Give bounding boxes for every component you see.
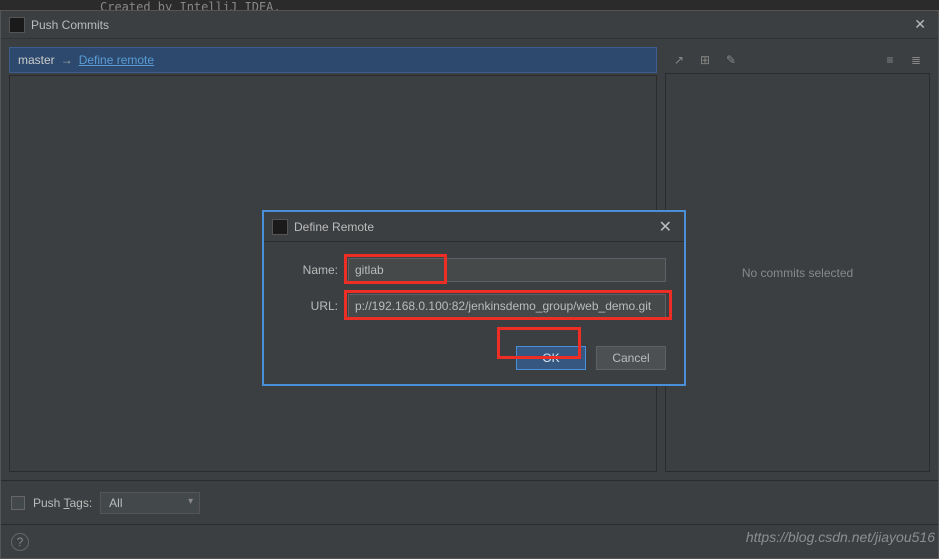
- url-row: URL:: [282, 294, 666, 318]
- empty-message: No commits selected: [742, 266, 853, 280]
- url-field[interactable]: [348, 294, 666, 318]
- modal-buttons: OK Cancel: [264, 338, 684, 384]
- file-viewer: No commits selected: [665, 73, 930, 472]
- ok-button[interactable]: OK: [516, 346, 586, 370]
- modal-body: Name: URL:: [264, 242, 684, 338]
- watermark: https://blog.csdn.net/jiayou516: [746, 529, 935, 545]
- modal-titlebar: Define Remote ✕: [264, 212, 684, 242]
- edit-icon[interactable]: ✎: [723, 52, 739, 68]
- modal-title: Define Remote: [294, 220, 655, 234]
- help-icon[interactable]: ?: [11, 533, 29, 551]
- push-tags-label: Push Tags:: [33, 496, 92, 510]
- branch-label: master: [18, 53, 55, 67]
- window-title: Push Commits: [31, 18, 910, 32]
- modal-close-icon[interactable]: ✕: [655, 217, 676, 237]
- push-tags-checkbox[interactable]: [11, 496, 25, 510]
- right-toolbar: ↗ ⊞ ✎ ≡ ≣: [665, 47, 930, 73]
- name-row: Name:: [282, 258, 666, 282]
- show-diff-icon[interactable]: ↗: [671, 52, 687, 68]
- editor-fragment: Created by IntelliJ IDEA.: [0, 0, 939, 10]
- group-by-icon[interactable]: ⊞: [697, 52, 713, 68]
- name-label: Name:: [282, 263, 338, 277]
- branch-bar: master → Define remote: [9, 47, 657, 73]
- titlebar: Push Commits ✕: [1, 11, 938, 39]
- arrow-icon: →: [61, 53, 73, 67]
- intellij-icon: [272, 219, 288, 235]
- cancel-button[interactable]: Cancel: [596, 346, 666, 370]
- name-field[interactable]: [348, 258, 666, 282]
- define-remote-link[interactable]: Define remote: [79, 53, 154, 67]
- url-label: URL:: [282, 299, 338, 313]
- close-icon[interactable]: ✕: [910, 16, 930, 33]
- bottom-bar: Push Tags: All: [1, 480, 938, 524]
- push-tags-dropdown[interactable]: All: [100, 492, 200, 514]
- define-remote-dialog: Define Remote ✕ Name: URL: OK Cancel: [262, 210, 686, 386]
- intellij-icon: [9, 17, 25, 33]
- right-panel: ↗ ⊞ ✎ ≡ ≣ No commits selected: [665, 47, 930, 472]
- collapse-all-icon[interactable]: ≣: [908, 52, 924, 68]
- expand-all-icon[interactable]: ≡: [882, 52, 898, 68]
